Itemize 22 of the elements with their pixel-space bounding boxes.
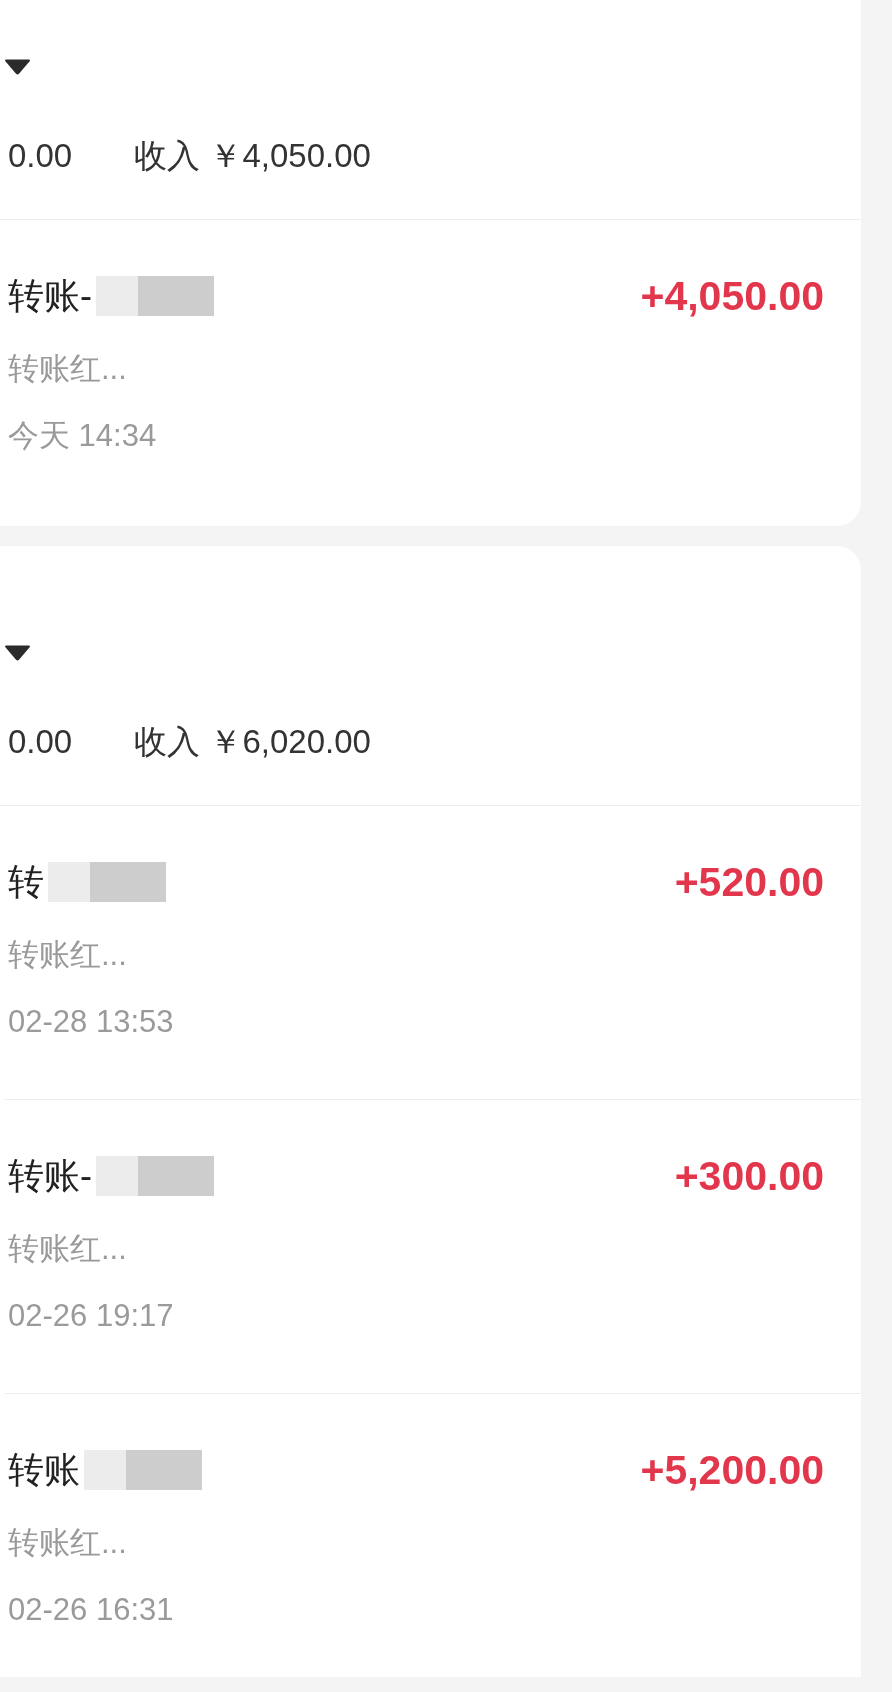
total-text: 0.00	[8, 136, 73, 176]
caret-down-icon[interactable]	[4, 59, 31, 75]
transaction-time: 02-28 13:53	[8, 1003, 174, 1041]
transaction-title: 转	[8, 860, 44, 904]
transaction-note: 转账红...	[8, 350, 127, 388]
amount-text: +300.00	[674, 1154, 824, 1198]
transaction-note: 转账红...	[8, 1230, 127, 1268]
transaction-note: 转账红...	[8, 1524, 127, 1562]
total-text: 收入 ￥6,020.00	[134, 722, 371, 762]
amount-text: +4,050.00	[640, 274, 824, 318]
total-text: 0.00	[8, 722, 73, 762]
amount-text: +5,200.00	[640, 1448, 824, 1492]
transaction-time: 今天 14:34	[8, 417, 157, 455]
caret-down-icon[interactable]	[4, 645, 31, 661]
total-text: 收入 ￥4,050.00	[134, 136, 371, 176]
amount-text: +520.00	[674, 860, 824, 904]
transaction-title: 转账	[8, 1448, 80, 1492]
transaction-note: 转账红...	[8, 936, 127, 974]
transaction-title: 转账-	[8, 274, 92, 318]
transaction-time: 02-26 19:17	[8, 1297, 174, 1335]
transaction-title: 转账-	[8, 1154, 92, 1198]
transaction-time: 02-26 16:31	[8, 1591, 174, 1629]
